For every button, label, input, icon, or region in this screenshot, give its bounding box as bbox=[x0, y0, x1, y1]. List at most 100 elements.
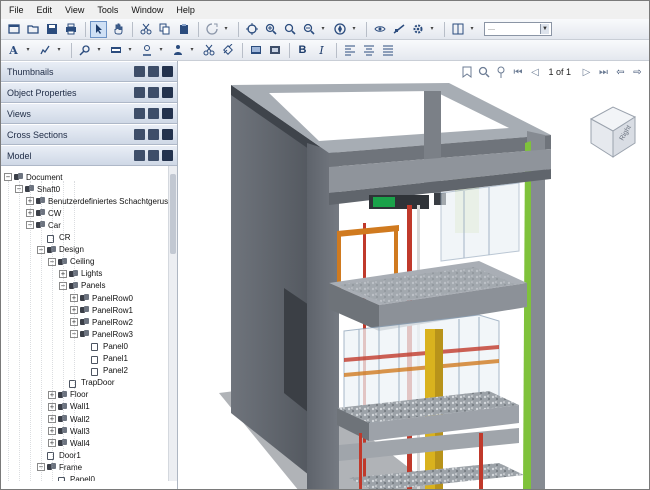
close-icon[interactable] bbox=[162, 150, 173, 161]
panel-header-object-properties[interactable]: Object Properties bbox=[1, 82, 177, 103]
stamp-icon[interactable] bbox=[138, 42, 155, 59]
tree-node[interactable]: Panel0 bbox=[48, 474, 95, 481]
markup-icon[interactable] bbox=[36, 42, 53, 59]
save-icon[interactable] bbox=[43, 21, 60, 38]
scrollbar-thumb[interactable] bbox=[170, 174, 176, 254]
scissors-icon[interactable] bbox=[200, 42, 217, 59]
tree-node[interactable]: + CW bbox=[26, 207, 61, 219]
text-icon[interactable]: A bbox=[5, 42, 22, 59]
tree-node[interactable]: − Document bbox=[4, 171, 62, 183]
pin-icon[interactable] bbox=[134, 87, 145, 98]
layers-icon[interactable] bbox=[266, 42, 283, 59]
tree-scrollbar[interactable] bbox=[168, 166, 177, 481]
select-arrow-icon[interactable] bbox=[90, 20, 107, 38]
pin-icon[interactable] bbox=[134, 108, 145, 119]
pin-location-icon[interactable] bbox=[493, 65, 508, 80]
link-icon[interactable] bbox=[219, 42, 236, 59]
export-dropdown-icon[interactable]: ▾ bbox=[222, 21, 230, 38]
panel-header-cross-sections[interactable]: Cross Sections bbox=[1, 124, 177, 145]
settings-dropdown-icon[interactable]: ▾ bbox=[428, 21, 436, 38]
settings-icon[interactable] bbox=[409, 21, 426, 38]
zoom-in-icon[interactable] bbox=[262, 21, 279, 38]
panel-header-thumbnails[interactable]: Thumbnails bbox=[1, 61, 177, 82]
tree-node[interactable]: − Shaft0 bbox=[15, 183, 60, 195]
menu-edit[interactable]: Edit bbox=[37, 5, 53, 15]
tree-node[interactable]: + PanelRow2 bbox=[70, 316, 133, 328]
person-dropdown-icon[interactable]: ▾ bbox=[188, 42, 196, 59]
close-icon[interactable] bbox=[162, 66, 173, 77]
menu-icon[interactable] bbox=[148, 108, 159, 119]
menu-window[interactable]: Window bbox=[131, 5, 163, 15]
tree-node[interactable]: − Design bbox=[37, 244, 84, 256]
tree-node[interactable]: + Benutzerdefiniertes Schachtgerus bbox=[26, 195, 168, 207]
tree-node[interactable]: − PanelRow3 bbox=[70, 328, 133, 340]
tree-node[interactable]: − Ceiling bbox=[48, 256, 94, 268]
view-cube[interactable]: Right bbox=[587, 101, 639, 163]
bookmark-icon[interactable] bbox=[459, 65, 474, 80]
lasso-dropdown-icon[interactable]: ▾ bbox=[126, 42, 134, 59]
menu-icon[interactable] bbox=[148, 66, 159, 77]
visibility-icon[interactable] bbox=[371, 21, 388, 38]
tree-node[interactable]: + Lights bbox=[59, 268, 102, 280]
close-icon[interactable] bbox=[162, 129, 173, 140]
tree-node[interactable]: + PanelRow0 bbox=[70, 292, 133, 304]
menu-file[interactable]: File bbox=[9, 5, 24, 15]
elevator-shaft-3d-model[interactable] bbox=[179, 83, 650, 490]
view-mode-dropdown-icon[interactable]: ▾ bbox=[468, 21, 476, 38]
close-icon[interactable] bbox=[162, 87, 173, 98]
3d-viewer[interactable]: ⏮ ◁ 1 of 1 ▷ ⏭ ⇦ ⇨ Right bbox=[179, 61, 650, 490]
forward-icon[interactable]: ⇨ bbox=[630, 65, 645, 80]
tree-node[interactable]: − Car bbox=[26, 219, 61, 231]
section-icon[interactable] bbox=[390, 21, 407, 38]
copy-icon[interactable] bbox=[156, 21, 173, 38]
close-icon[interactable] bbox=[162, 108, 173, 119]
paste-icon[interactable] bbox=[175, 21, 192, 38]
tree-node[interactable]: − Frame bbox=[37, 461, 82, 473]
align-center-icon[interactable] bbox=[360, 42, 377, 59]
first-page-icon[interactable]: ⏮ bbox=[510, 65, 525, 80]
last-page-icon[interactable]: ⏭ bbox=[596, 65, 611, 80]
pin-icon[interactable] bbox=[134, 150, 145, 161]
align-left-icon[interactable] bbox=[341, 42, 358, 59]
measure-icon[interactable] bbox=[76, 42, 93, 59]
zoom-out-icon[interactable] bbox=[300, 21, 317, 38]
tree-node[interactable]: CR bbox=[37, 232, 71, 244]
zoom-fit-icon[interactable] bbox=[281, 21, 298, 38]
measure-dropdown-icon[interactable]: ▾ bbox=[95, 42, 103, 59]
new-icon[interactable] bbox=[5, 21, 22, 38]
text-dropdown-icon[interactable]: ▾ bbox=[24, 42, 32, 59]
tree-node[interactable]: + Wall2 bbox=[48, 413, 90, 425]
zoom-combo[interactable]: — ▼ bbox=[484, 22, 552, 36]
menu-icon[interactable] bbox=[148, 150, 159, 161]
print-icon[interactable] bbox=[62, 21, 79, 38]
menu-tools[interactable]: Tools bbox=[97, 5, 118, 15]
cut-icon[interactable] bbox=[137, 21, 154, 38]
tree-node[interactable]: Panel0 bbox=[81, 340, 128, 352]
menu-help[interactable]: Help bbox=[176, 5, 195, 15]
person-icon[interactable] bbox=[169, 42, 186, 59]
zoom-dropdown-icon[interactable]: ▾ bbox=[319, 21, 327, 38]
align-right-icon[interactable] bbox=[379, 42, 396, 59]
panel-header-model[interactable]: Model bbox=[1, 145, 177, 166]
export-icon[interactable] bbox=[203, 21, 220, 38]
markup-dropdown-icon[interactable]: ▾ bbox=[55, 42, 63, 59]
back-icon[interactable]: ⇦ bbox=[613, 65, 628, 80]
compass-icon[interactable] bbox=[331, 21, 348, 38]
tree-node[interactable]: TrapDoor bbox=[59, 377, 115, 389]
compass-dropdown-icon[interactable]: ▾ bbox=[350, 21, 358, 38]
next-page-icon[interactable]: ▷ bbox=[579, 65, 594, 80]
target-icon[interactable] bbox=[243, 21, 260, 38]
bold-icon[interactable]: B bbox=[294, 42, 311, 59]
tree-node[interactable]: Panel2 bbox=[81, 365, 128, 377]
menu-icon[interactable] bbox=[148, 129, 159, 140]
open-icon[interactable] bbox=[24, 21, 41, 38]
view-mode-icon[interactable] bbox=[449, 21, 466, 38]
menu-view[interactable]: View bbox=[65, 5, 84, 15]
collapse-icon[interactable]: − bbox=[4, 173, 12, 181]
lasso-icon[interactable] bbox=[107, 42, 124, 59]
tree-node[interactable]: + Wall4 bbox=[48, 437, 90, 449]
pin-icon[interactable] bbox=[134, 66, 145, 77]
gallery-icon[interactable] bbox=[247, 42, 264, 59]
tree-node[interactable]: + PanelRow1 bbox=[70, 304, 133, 316]
pin-icon[interactable] bbox=[134, 129, 145, 140]
